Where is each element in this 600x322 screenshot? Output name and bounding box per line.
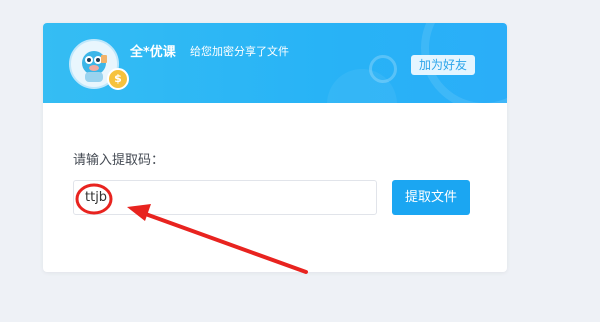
extract-file-button[interactable]: 提取文件 (392, 180, 470, 215)
extract-code-input[interactable]: ttjb (73, 180, 377, 215)
extract-code-prompt: 请输入提取码： (73, 153, 165, 168)
share-header: $ 全*优课 给您加密分享了文件 加为好友 (43, 23, 507, 103)
share-description: 给您加密分享了文件 (190, 45, 289, 58)
sharer-name: 全*优课 (130, 45, 176, 60)
coin-icon: $ (107, 68, 129, 90)
add-friend-button[interactable]: 加为好友 (411, 55, 475, 75)
share-card: $ 全*优课 给您加密分享了文件 加为好友 请输入提取码： ttjb 提取文件 (43, 23, 507, 272)
extract-code-value: ttjb (85, 190, 108, 205)
